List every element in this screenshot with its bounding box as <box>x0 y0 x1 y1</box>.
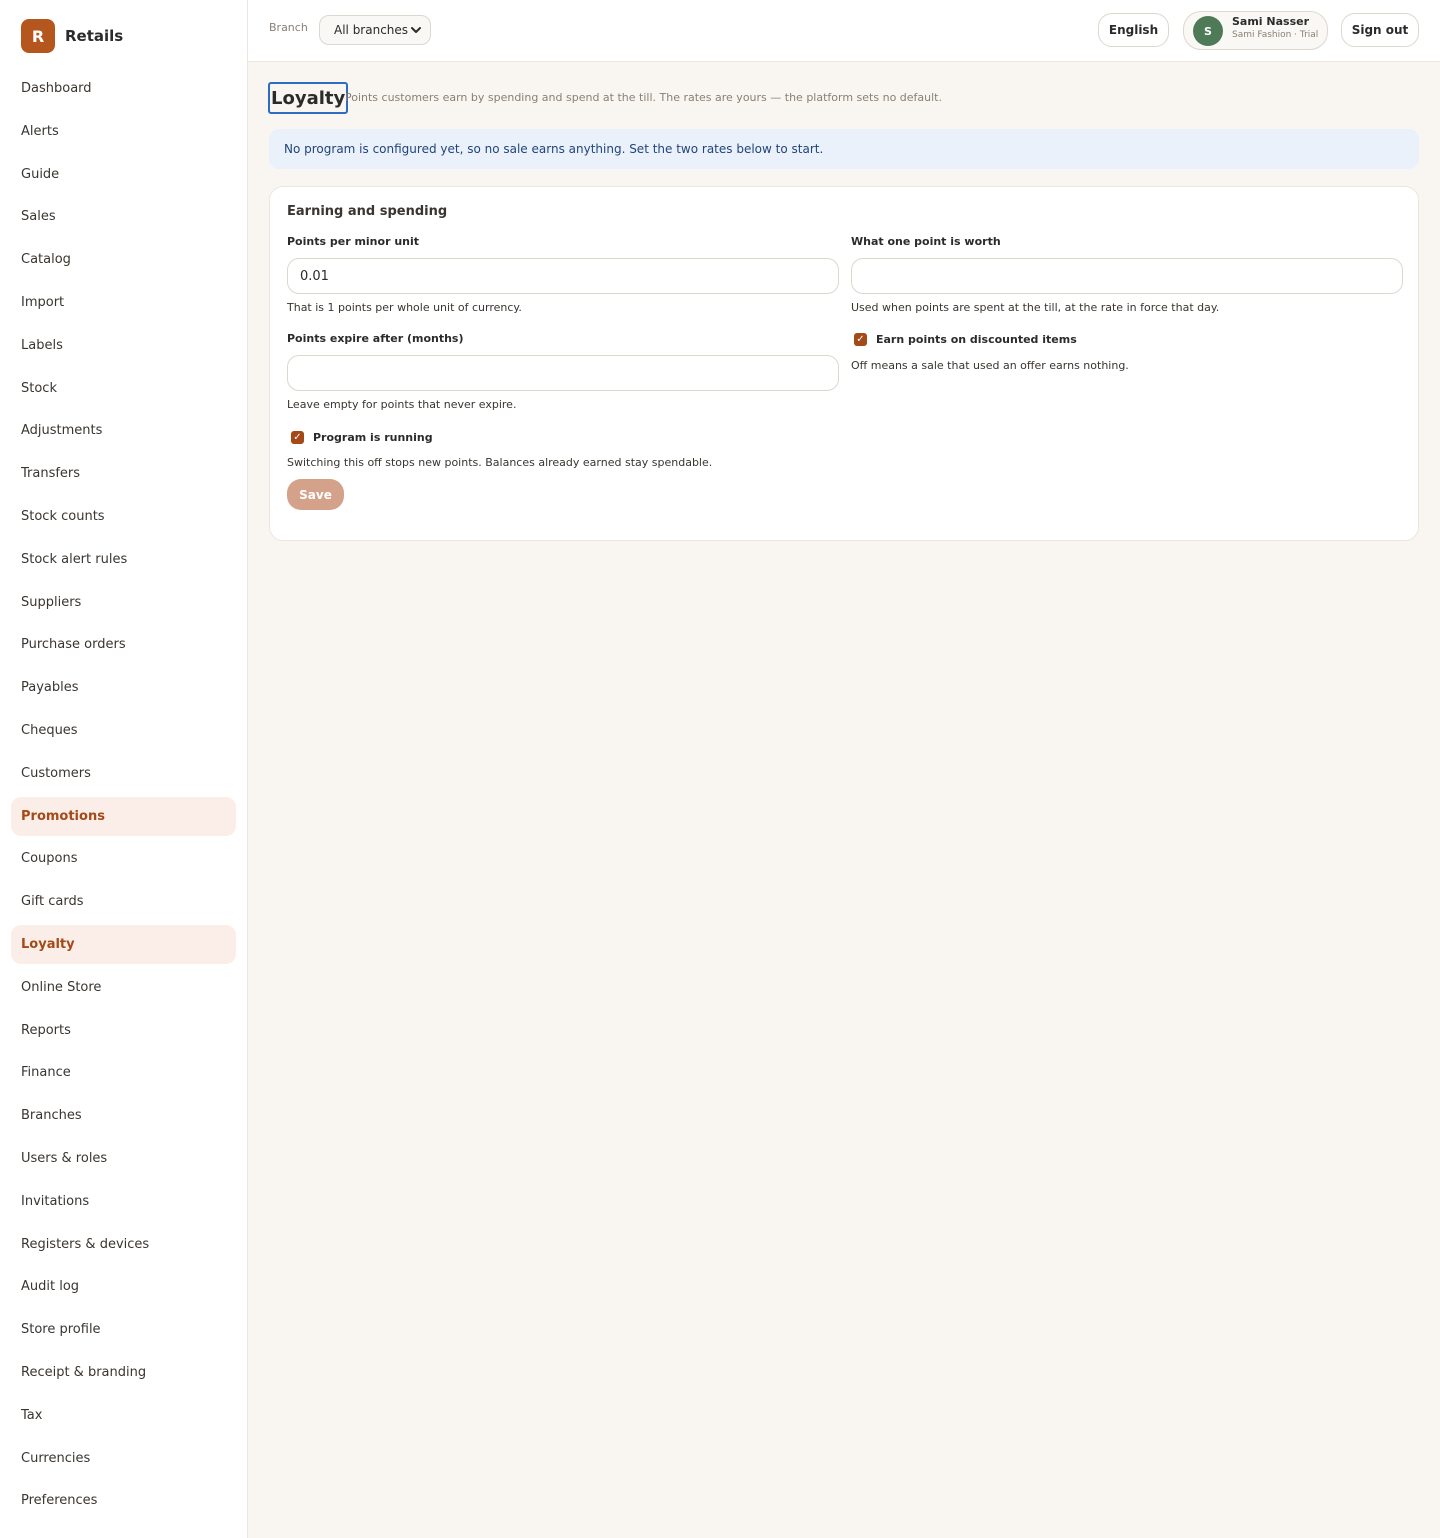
user-menu[interactable]: S Sami Nasser Sami Fashion · Trial <box>1183 11 1328 50</box>
page-title: Loyalty <box>268 82 349 114</box>
sidebar-item-sales[interactable]: Sales <box>11 197 236 236</box>
earn-on-discounted-hint: Off means a sale that used an offer earn… <box>851 359 1129 372</box>
points-per-minor-unit-hint: That is 1 points per whole unit of curre… <box>287 301 522 314</box>
point-worth-label: What one point is worth <box>851 235 1001 248</box>
program-running-label: Program is running <box>313 431 433 444</box>
sidebar-item-reports[interactable]: Reports <box>11 1011 236 1050</box>
expire-months-input[interactable] <box>287 355 839 391</box>
sidebar-item-dashboard[interactable]: Dashboard <box>11 69 236 108</box>
sidebar-item-branches[interactable]: Branches <box>11 1096 236 1135</box>
sign-out-button[interactable]: Sign out <box>1341 13 1419 47</box>
sidebar-item-stock[interactable]: Stock <box>11 369 236 408</box>
program-running-checkbox-row[interactable]: ✓ Program is running <box>291 431 433 444</box>
sidebar-item-registers-and-devices[interactable]: Registers & devices <box>11 1225 236 1264</box>
earn-on-discounted-checkbox[interactable]: ✓ <box>854 333 867 346</box>
earn-on-discounted-label: Earn points on discounted items <box>876 333 1077 346</box>
sidebar-item-store-profile[interactable]: Store profile <box>11 1310 236 1349</box>
sidebar-item-promotions[interactable]: Promotions <box>11 796 236 836</box>
sidebar-item-import[interactable]: Import <box>11 283 236 322</box>
user-subtitle: Sami Fashion · Trial <box>1232 30 1319 40</box>
sidebar-item-stock-alert-rules[interactable]: Stock alert rules <box>11 540 236 579</box>
program-running-hint: Switching this off stops new points. Bal… <box>287 456 713 469</box>
sidebar-item-labels[interactable]: Labels <box>11 326 236 365</box>
sidebar-item-audit-log[interactable]: Audit log <box>11 1267 236 1306</box>
sidebar-item-tax[interactable]: Tax <box>11 1396 236 1435</box>
section-title: Earning and spending <box>287 204 448 219</box>
chevron-down-icon <box>408 22 424 41</box>
save-button[interactable]: Save <box>287 479 344 510</box>
sidebar-item-preferences[interactable]: Preferences <box>11 1481 236 1520</box>
sidebar-item-coupons[interactable]: Coupons <box>11 839 236 878</box>
sidebar-item-online-store[interactable]: Online Store <box>11 968 236 1007</box>
branch-select[interactable]: All branches <box>319 15 431 45</box>
sidebar-item-currencies[interactable]: Currencies <box>11 1439 236 1478</box>
sidebar-item-gift-cards[interactable]: Gift cards <box>11 882 236 921</box>
sidebar-item-receipt-and-branding[interactable]: Receipt & branding <box>11 1353 236 1392</box>
sidebar-item-finance[interactable]: Finance <box>11 1053 236 1092</box>
sidebar-item-adjustments[interactable]: Adjustments <box>11 411 236 450</box>
point-worth-hint: Used when points are spent at the till, … <box>851 301 1220 314</box>
sidebar-item-alerts[interactable]: Alerts <box>11 112 236 151</box>
sidebar-item-customers[interactable]: Customers <box>11 754 236 793</box>
expire-months-label: Points expire after (months) <box>287 332 464 345</box>
brand[interactable]: R Retails <box>21 19 123 53</box>
sidebar-item-stock-counts[interactable]: Stock counts <box>11 497 236 536</box>
earn-on-discounted-checkbox-row[interactable]: ✓ Earn points on discounted items <box>854 333 1077 346</box>
topbar: Branch All branches English S Sami Nasse… <box>248 0 1440 62</box>
sidebar-item-suppliers[interactable]: Suppliers <box>11 583 236 622</box>
points-per-minor-unit-label: Points per minor unit <box>287 235 420 248</box>
sidebar: R Retails Dashboard Alerts Guide Sales Catal… <box>0 0 248 1538</box>
user-name: Sami Nasser <box>1232 15 1310 28</box>
sidebar-item-purchase-orders[interactable]: Purchase orders <box>11 625 236 664</box>
sidebar-item-invitations[interactable]: Invitations <box>11 1182 236 1221</box>
sidebar-item-catalog[interactable]: Catalog <box>11 240 236 279</box>
brand-logo-icon: R <box>21 19 55 53</box>
sidebar-item-guide[interactable]: Guide <box>11 155 236 194</box>
sidebar-item-payables[interactable]: Payables <box>11 668 236 707</box>
sidebar-item-transfers[interactable]: Transfers <box>11 454 236 493</box>
avatar: S <box>1193 16 1223 46</box>
expire-months-hint: Leave empty for points that never expire… <box>287 398 517 411</box>
language-button[interactable]: English <box>1098 13 1169 47</box>
sidebar-item-loyalty[interactable]: Loyalty <box>11 924 236 964</box>
sidebar-item-cheques[interactable]: Cheques <box>11 711 236 750</box>
sidebar-nav: Dashboard Alerts Guide Sales Catalog Import La… <box>11 69 236 1524</box>
loyalty-settings-card: Earning and spending Points per minor un… <box>269 186 1419 541</box>
branch-select-value: All branches <box>334 23 409 37</box>
brand-name: Retails <box>65 27 124 45</box>
points-per-minor-unit-input[interactable] <box>287 258 839 294</box>
program-running-checkbox[interactable]: ✓ <box>291 431 304 444</box>
sidebar-item-users-and-roles[interactable]: Users & roles <box>11 1139 236 1178</box>
point-worth-input[interactable] <box>851 258 1403 294</box>
page-subtitle: Points customers earn by spending and sp… <box>345 91 942 104</box>
info-notice: No program is configured yet, so no sale… <box>269 129 1419 169</box>
branch-label: Branch <box>269 21 308 34</box>
